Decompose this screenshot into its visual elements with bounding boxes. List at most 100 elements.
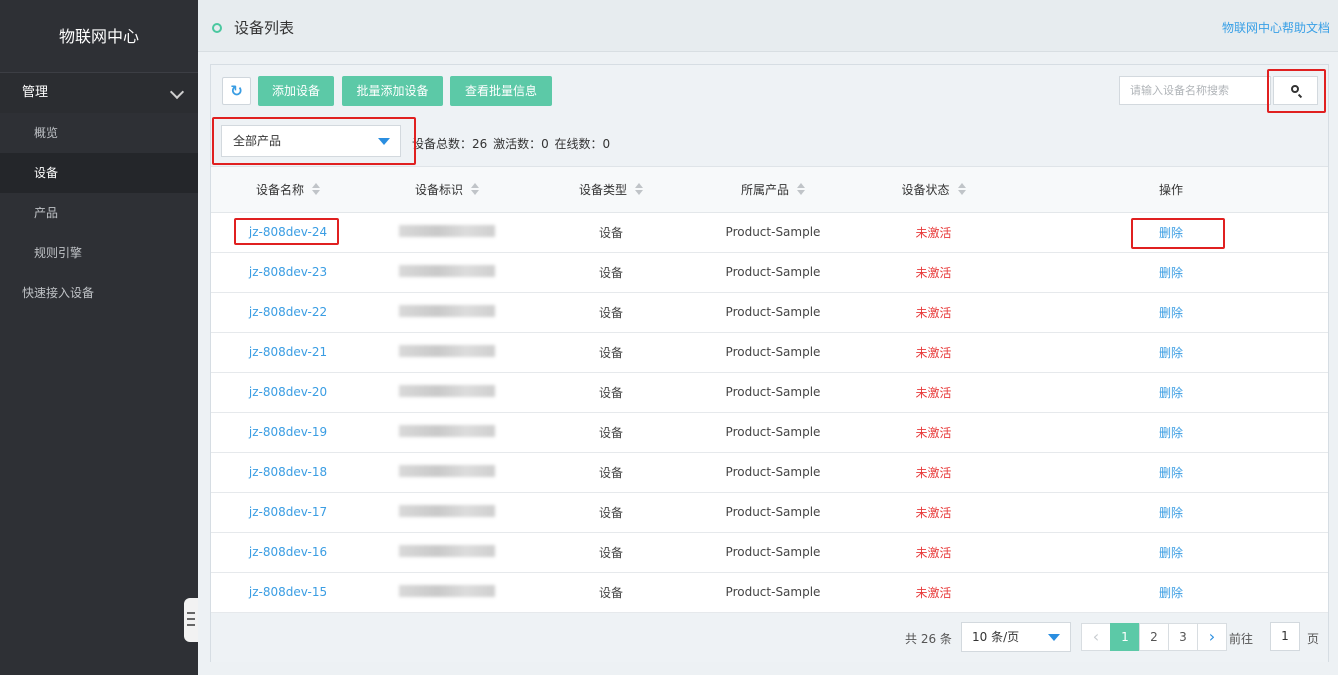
sidebar-item-products[interactable]: 产品: [0, 193, 198, 233]
table-row: jz-808dev-22 设备 Product-Sample 未激活 删除: [211, 292, 1328, 333]
delete-button[interactable]: 删除: [1159, 586, 1183, 600]
device-name-link[interactable]: jz-808dev-20: [249, 385, 327, 399]
next-page-button[interactable]: ›: [1197, 623, 1227, 651]
sidebar: 物联网中心 管理 概览 设备 产品 规则引擎 快速接入设备: [0, 0, 198, 675]
page-size-select[interactable]: 10 条/页: [961, 622, 1071, 652]
table-row: jz-808dev-17 设备 Product-Sample 未激活 删除: [211, 492, 1328, 533]
delete-button[interactable]: 删除: [1159, 386, 1183, 400]
status-badge: 未激活: [915, 585, 952, 600]
device-status-cell: 未激活: [853, 252, 1014, 293]
delete-button[interactable]: 删除: [1159, 266, 1183, 280]
device-name-link[interactable]: jz-808dev-15: [249, 585, 327, 599]
delete-button[interactable]: 删除: [1159, 466, 1183, 480]
device-type-cell: 设备: [529, 212, 693, 253]
prev-page-button[interactable]: ‹: [1081, 623, 1111, 651]
device-status-cell: 未激活: [853, 212, 1014, 253]
device-type-cell: 设备: [529, 292, 693, 333]
redacted-identifier: [399, 344, 495, 357]
column-header-identifier[interactable]: 设备标识: [365, 167, 529, 213]
device-type-cell: 设备: [529, 372, 693, 413]
device-actions-cell: 删除: [1014, 452, 1328, 493]
device-type-cell: 设备: [529, 492, 693, 533]
device-name-cell: jz-808dev-19: [211, 412, 365, 453]
page-header: 设备列表 物联网中心帮助文档: [198, 0, 1338, 52]
device-type-cell: 设备: [529, 572, 693, 613]
sidebar-group-manage[interactable]: 管理: [0, 73, 198, 113]
device-product-cell: Product-Sample: [693, 372, 853, 413]
status-badge: 未激活: [915, 305, 952, 320]
sidebar-item-rules-engine[interactable]: 规则引擎: [0, 233, 198, 273]
title-dot-icon: [212, 23, 222, 33]
device-status-cell: 未激活: [853, 492, 1014, 533]
table-row: jz-808dev-18 设备 Product-Sample 未激活 删除: [211, 452, 1328, 493]
status-badge: 未激活: [915, 505, 952, 520]
device-name-link[interactable]: jz-808dev-16: [249, 545, 327, 559]
annotation-box-product-filter: [212, 117, 416, 165]
page-button-1[interactable]: 1: [1110, 623, 1140, 651]
batch-add-device-button[interactable]: 批量添加设备: [342, 76, 443, 106]
status-badge: 未激活: [915, 545, 952, 560]
delete-button[interactable]: 删除: [1159, 426, 1183, 440]
device-name-cell: jz-808dev-22: [211, 292, 365, 333]
device-identifier-cell: [365, 372, 529, 413]
redacted-identifier: [399, 264, 495, 277]
status-badge: 未激活: [915, 385, 952, 400]
table-row: jz-808dev-19 设备 Product-Sample 未激活 删除: [211, 412, 1328, 453]
device-type-cell: 设备: [529, 412, 693, 453]
device-type-cell: 设备: [529, 532, 693, 573]
sidebar-item-quick-access[interactable]: 快速接入设备: [0, 273, 198, 313]
delete-button[interactable]: 删除: [1159, 306, 1183, 320]
annotation-box-search: [1267, 69, 1326, 113]
refresh-icon: ↻: [230, 82, 243, 100]
table-row: jz-808dev-21 设备 Product-Sample 未激活 删除: [211, 332, 1328, 373]
device-identifier-cell: [365, 212, 529, 253]
column-header-type[interactable]: 设备类型: [529, 167, 693, 213]
device-search-input[interactable]: [1119, 76, 1271, 105]
device-name-cell: jz-808dev-15: [211, 572, 365, 613]
column-header-status[interactable]: 设备状态: [853, 167, 1014, 213]
status-badge: 未激活: [915, 425, 952, 440]
device-name-link[interactable]: jz-808dev-17: [249, 505, 327, 519]
add-device-button[interactable]: 添加设备: [258, 76, 334, 106]
redacted-identifier: [399, 504, 495, 517]
sidebar-item-devices[interactable]: 设备: [0, 153, 198, 193]
sidebar-item-overview[interactable]: 概览: [0, 113, 198, 153]
device-name-link[interactable]: jz-808dev-22: [249, 305, 327, 319]
table-row: jz-808dev-23 设备 Product-Sample 未激活 删除: [211, 252, 1328, 293]
redacted-identifier: [399, 304, 495, 317]
annotation-box-first-device: [234, 218, 339, 245]
refresh-button[interactable]: ↻: [222, 77, 251, 105]
device-type-cell: 设备: [529, 452, 693, 493]
pagination-bar: 共 26 条 10 条/页 ‹ 1 2 3 › 前往 1 页: [211, 613, 1328, 662]
sidebar-collapse-toggle[interactable]: [184, 598, 198, 642]
delete-button[interactable]: 删除: [1159, 546, 1183, 560]
column-header-product[interactable]: 所属产品: [693, 167, 853, 213]
redacted-identifier: [399, 584, 495, 597]
device-status-cell: 未激活: [853, 412, 1014, 453]
delete-button[interactable]: 删除: [1159, 506, 1183, 520]
device-name-link[interactable]: jz-808dev-18: [249, 465, 327, 479]
status-badge: 未激活: [915, 465, 952, 480]
status-badge: 未激活: [915, 225, 952, 240]
device-actions-cell: 删除: [1014, 572, 1328, 613]
device-name-link[interactable]: jz-808dev-19: [249, 425, 327, 439]
page-button-3[interactable]: 3: [1168, 623, 1198, 651]
device-name-link[interactable]: jz-808dev-23: [249, 265, 327, 279]
device-identifier-cell: [365, 252, 529, 293]
goto-page-input[interactable]: 1: [1270, 622, 1300, 651]
device-status-cell: 未激活: [853, 292, 1014, 333]
device-name-link[interactable]: jz-808dev-21: [249, 345, 327, 359]
help-doc-link[interactable]: 物联网中心帮助文档: [1222, 19, 1330, 36]
device-name-cell: jz-808dev-23: [211, 252, 365, 293]
delete-button[interactable]: 删除: [1159, 346, 1183, 360]
view-batch-info-button[interactable]: 查看批量信息: [450, 76, 552, 106]
device-product-cell: Product-Sample: [693, 332, 853, 373]
annotation-box-delete: [1131, 218, 1225, 249]
page-size-value: 10 条/页: [972, 630, 1020, 644]
page-button-2[interactable]: 2: [1139, 623, 1169, 651]
column-header-name[interactable]: 设备名称: [211, 167, 365, 213]
redacted-identifier: [399, 224, 495, 237]
device-identifier-cell: [365, 492, 529, 533]
sort-icon: [957, 183, 966, 197]
device-identifier-cell: [365, 452, 529, 493]
